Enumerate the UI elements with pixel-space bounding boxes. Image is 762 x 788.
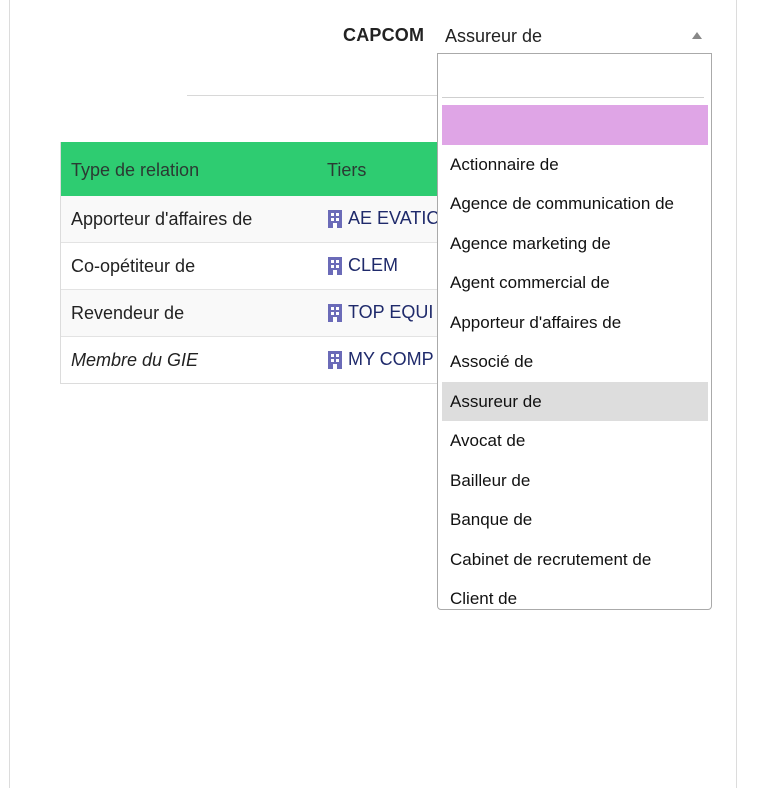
triangle-up-icon [692, 32, 702, 39]
option-cabinet-recrutement[interactable]: Cabinet de recrutement de [442, 540, 708, 580]
relations-table: Type de relation Tiers Apporteur d'affai… [60, 142, 462, 384]
tiers-name: MY COMP [348, 349, 434, 369]
dropdown-options: Actionnaire de Agence de communication d… [442, 105, 708, 609]
building-icon [328, 303, 342, 322]
option-client[interactable]: Client de [442, 579, 708, 609]
dropdown-search-input[interactable] [442, 60, 704, 98]
header-type-de-relation: Type de relation [71, 160, 200, 180]
option-empty[interactable] [442, 105, 708, 145]
tiers-name: AE EVATIC [348, 208, 440, 228]
building-icon [328, 256, 342, 275]
relation-type-select[interactable]: Assureur de [437, 18, 711, 54]
tiers-link[interactable]: MY COMP [327, 349, 434, 370]
table-row: Co-opétiteur de CLEM [61, 243, 461, 290]
building-icon [328, 209, 342, 228]
table-row: Revendeur de TOP EQUI [61, 290, 461, 337]
relation-type-selected-value: Assureur de [445, 26, 543, 46]
table-row: Membre du GIE MY COMP [61, 337, 461, 383]
tiers-link[interactable]: AE EVATIC [327, 208, 439, 229]
option-actionnaire[interactable]: Actionnaire de [442, 145, 708, 185]
relation-cell: Membre du GIE [71, 350, 199, 370]
relation-cell: Apporteur d'affaires de [71, 209, 253, 229]
building-icon [328, 350, 342, 369]
relation-cell: Revendeur de [71, 303, 185, 323]
option-bailleur[interactable]: Bailleur de [442, 461, 708, 501]
relation-cell: Co-opétiteur de [71, 256, 196, 276]
option-apporteur-affaires[interactable]: Apporteur d'affaires de [442, 303, 708, 343]
option-assureur[interactable]: Assureur de [442, 381, 708, 421]
option-agence-communication[interactable]: Agence de communication de [442, 184, 708, 224]
table-header: Type de relation Tiers [61, 142, 461, 196]
relation-type-dropdown: Actionnaire de Agence de communication d… [437, 53, 712, 610]
option-avocat[interactable]: Avocat de [442, 421, 708, 461]
tiers-link[interactable]: CLEM [327, 255, 398, 276]
table-row: Apporteur d'affaires de AE EVATIC [61, 196, 461, 243]
header-tiers: Tiers [327, 160, 367, 180]
divider [187, 95, 437, 96]
company-label: CAPCOM [343, 25, 425, 45]
option-agence-marketing[interactable]: Agence marketing de [442, 224, 708, 264]
option-banque[interactable]: Banque de [442, 500, 708, 540]
tiers-name: TOP EQUI [348, 302, 434, 322]
tiers-link[interactable]: TOP EQUI [327, 302, 433, 323]
option-agent-commercial[interactable]: Agent commercial de [442, 263, 708, 303]
option-associe[interactable]: Associé de [442, 342, 708, 382]
tiers-name: CLEM [348, 255, 399, 275]
